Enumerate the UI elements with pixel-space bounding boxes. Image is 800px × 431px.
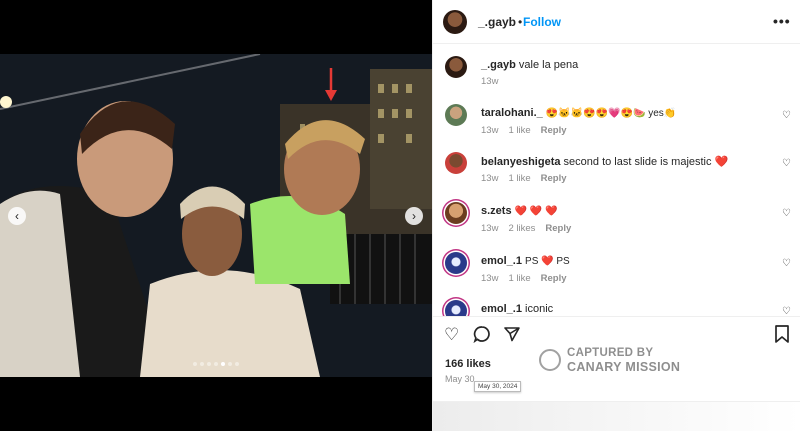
- comment-username[interactable]: emol_.1: [481, 303, 522, 315]
- post-header: _.gayb • Follow •••: [433, 0, 800, 44]
- comment-text-line: taralohani._ 😍🐱🐱😍😍💗😍🍉 yes👏: [481, 107, 676, 119]
- author-avatar[interactable]: [443, 10, 467, 34]
- post-photo[interactable]: [0, 54, 432, 377]
- carousel-dot: [221, 362, 225, 366]
- comment-meta: 13w 1 like Reply: [481, 173, 577, 184]
- carousel-dot: [193, 362, 197, 366]
- caption-text: vale la pena: [518, 59, 579, 71]
- author-username[interactable]: _.gayb: [478, 15, 516, 29]
- commenter-avatar[interactable]: [445, 300, 467, 316]
- carousel-dot: [207, 362, 211, 366]
- comment-like-heart-icon[interactable]: ♡: [782, 110, 791, 121]
- commenter-avatar[interactable]: [445, 104, 467, 126]
- canary-mission-logo: [539, 349, 561, 371]
- like-heart-icon[interactable]: ♡: [444, 325, 459, 345]
- comment-text: second to last slide is majestic ❤️: [563, 156, 729, 168]
- commenter-avatar[interactable]: [445, 152, 467, 174]
- likes-count[interactable]: 166 likes: [445, 358, 491, 370]
- share-icon[interactable]: [503, 325, 521, 348]
- comment-text-line: emol_.1 iconic: [481, 303, 553, 315]
- comment-text: ❤️ ❤️ ❤️: [514, 206, 558, 217]
- carousel-next-button[interactable]: ›: [405, 207, 423, 225]
- carousel-dot: [214, 362, 218, 366]
- comment-meta: 13w 2 likes Reply: [481, 223, 581, 234]
- comment-username[interactable]: emol_.1: [481, 255, 522, 267]
- add-comment-bar[interactable]: [433, 401, 800, 431]
- comment-age: 13w: [481, 273, 499, 284]
- carousel-dot: [235, 362, 239, 366]
- commenter-avatar[interactable]: [445, 202, 467, 224]
- comment-like-heart-icon[interactable]: ♡: [782, 208, 791, 219]
- post-panel: _.gayb • Follow ••• _.gayb vale la pena …: [432, 0, 800, 431]
- comment-likes[interactable]: 2 likes: [508, 223, 535, 234]
- date-tooltip: May 30, 2024: [474, 381, 522, 392]
- carousel-dots: [0, 362, 432, 366]
- comment-like-heart-icon[interactable]: ♡: [782, 158, 791, 169]
- comment-text: 😍🐱🐱😍😍💗😍🍉 yes👏: [545, 108, 677, 119]
- reply-button[interactable]: Reply: [541, 273, 567, 284]
- comment-age: 13w: [481, 223, 499, 234]
- watermark-line2: CANARY MISSION: [567, 360, 681, 374]
- commenter-avatar[interactable]: [445, 252, 467, 274]
- comment-text: PS ❤️ PS: [525, 256, 570, 267]
- comment-text: iconic: [525, 303, 554, 315]
- carousel-prev-button[interactable]: ‹: [8, 207, 26, 225]
- caption-avatar[interactable]: [445, 56, 467, 78]
- follow-button[interactable]: Follow: [523, 15, 561, 29]
- comment-text-line: belanyeshigeta second to last slide is m…: [481, 155, 728, 168]
- more-options-icon[interactable]: •••: [773, 13, 791, 29]
- post-media: ‹ ›: [0, 0, 432, 431]
- caption-username[interactable]: _.gayb: [481, 59, 516, 71]
- canary-mission-watermark: CAPTURED BY CANARY MISSION: [539, 347, 699, 377]
- comment-meta: 13w 1 like Reply: [481, 273, 577, 284]
- bookmark-icon[interactable]: [774, 325, 790, 348]
- post-actions: ♡ CAPTURED BY CANARY MISSION 166 likes M…: [433, 316, 800, 431]
- caption-age: 13w: [481, 76, 499, 87]
- comment-icon[interactable]: [473, 325, 491, 348]
- reply-button[interactable]: Reply: [541, 173, 567, 184]
- comment-age: 13w: [481, 173, 499, 184]
- post-date[interactable]: May 30: [445, 374, 475, 384]
- comment-meta: 13w 1 like Reply: [481, 125, 577, 136]
- comment-likes[interactable]: 1 like: [508, 173, 530, 184]
- carousel-dot: [228, 362, 232, 366]
- photo-illustration: [0, 54, 432, 377]
- caption-text-line: _.gayb vale la pena: [481, 59, 578, 71]
- comment-text-line: s.zets ❤️ ❤️ ❤️: [481, 205, 558, 217]
- comment-text-line: emol_.1 PS ❤️ PS: [481, 255, 570, 267]
- comment-username[interactable]: s.zets: [481, 205, 512, 217]
- comment-likes[interactable]: 1 like: [508, 125, 530, 136]
- header-separator: •: [518, 15, 523, 29]
- comment-username[interactable]: taralohani._: [481, 107, 543, 119]
- carousel-dot: [200, 362, 204, 366]
- comment-like-heart-icon[interactable]: ♡: [782, 306, 791, 316]
- reply-button[interactable]: Reply: [541, 125, 567, 136]
- comment-like-heart-icon[interactable]: ♡: [782, 258, 791, 269]
- caption-meta: 13w: [481, 76, 508, 87]
- watermark-line1: CAPTURED BY: [567, 347, 654, 359]
- comment-username[interactable]: belanyeshigeta: [481, 156, 560, 168]
- reply-button[interactable]: Reply: [545, 223, 571, 234]
- comments-list[interactable]: _.gayb vale la pena 13w taralohani._ 😍🐱🐱…: [433, 44, 800, 316]
- comment-age: 13w: [481, 125, 499, 136]
- comment-likes[interactable]: 1 like: [508, 273, 530, 284]
